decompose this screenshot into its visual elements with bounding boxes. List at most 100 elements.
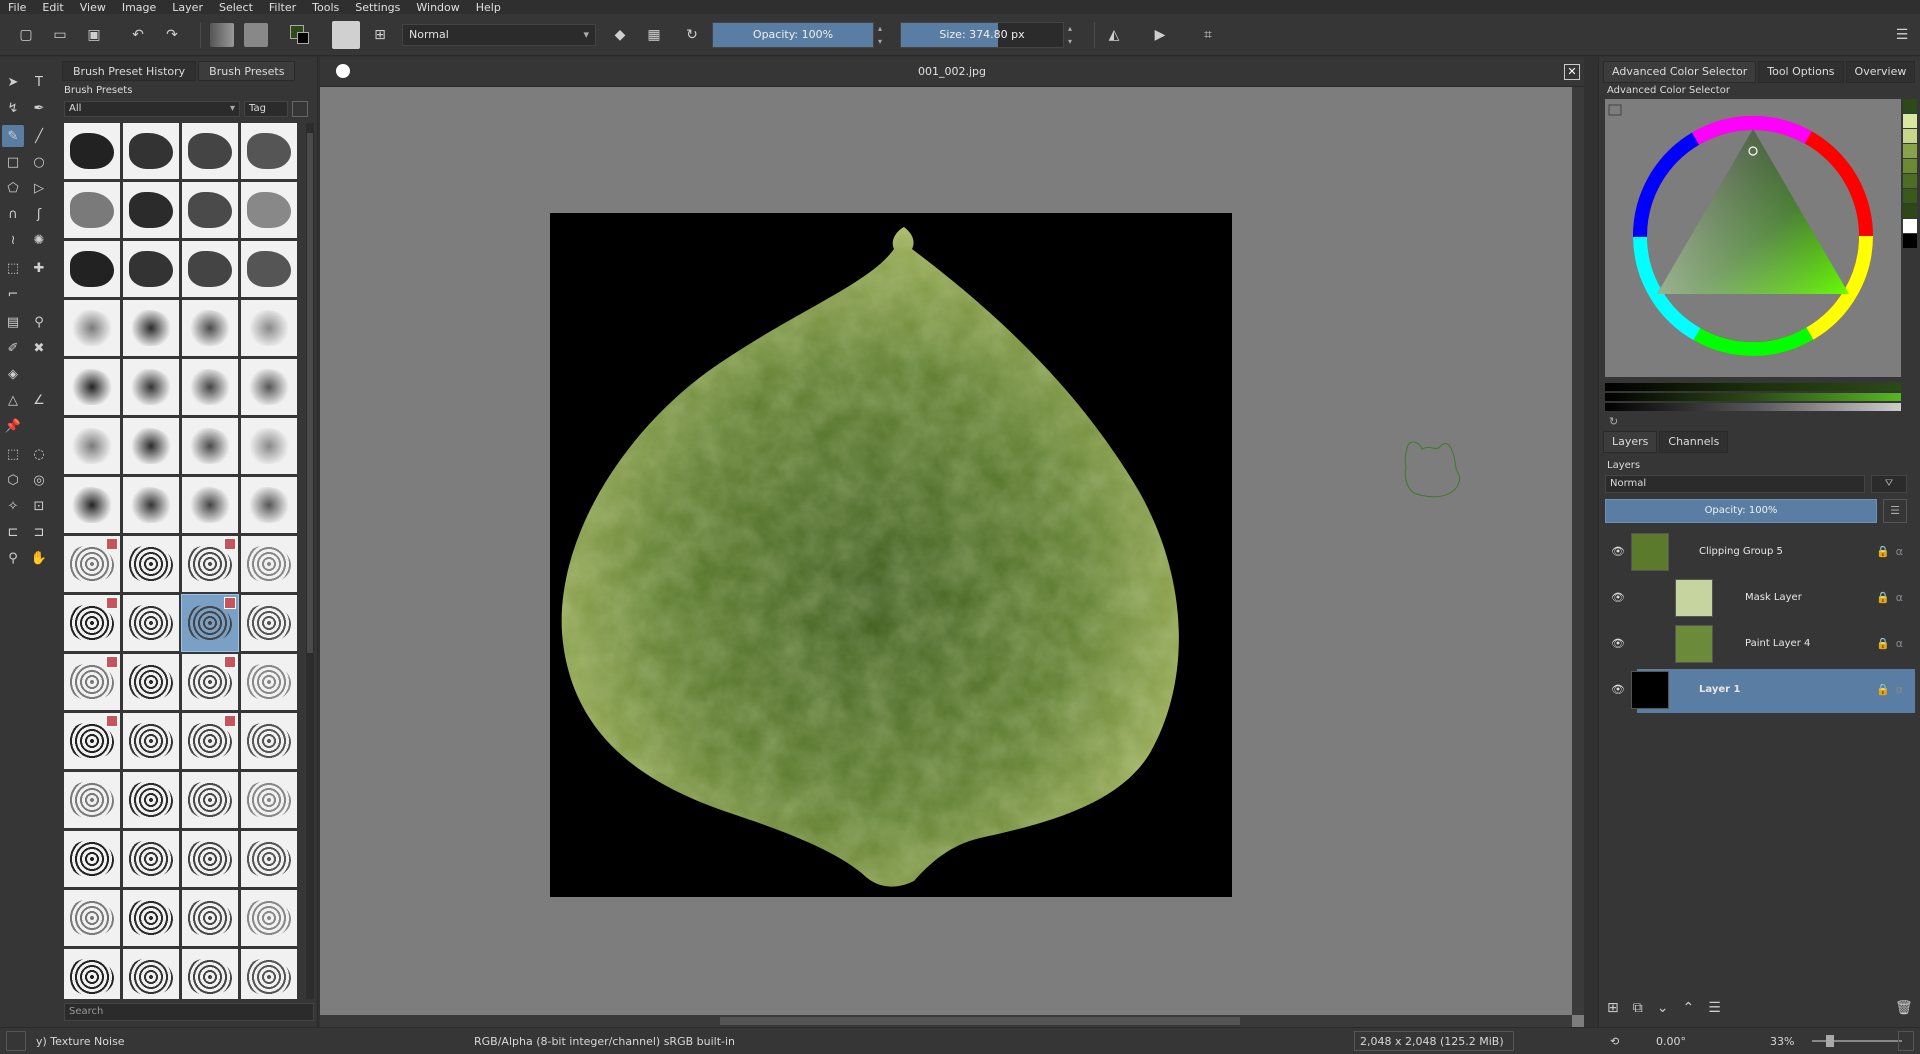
brush-preset-thumbnail[interactable] bbox=[182, 713, 238, 769]
color-slider-1[interactable] bbox=[1605, 383, 1901, 391]
move-layer-up-icon[interactable]: ⌃ bbox=[1682, 1000, 1708, 1016]
gradient-icon[interactable] bbox=[210, 23, 234, 47]
brush-preset-thumbnail[interactable] bbox=[123, 123, 179, 179]
visibility-eye-icon[interactable]: 👁 bbox=[1611, 545, 1625, 558]
brush-preset-thumbnail[interactable] bbox=[123, 713, 179, 769]
ellipse-selection-icon[interactable]: ◌ bbox=[28, 443, 50, 465]
brush-status-icon[interactable] bbox=[6, 1031, 26, 1051]
brush-preset-thumbnail[interactable] bbox=[182, 831, 238, 887]
tab-overview[interactable]: Overview bbox=[1845, 61, 1916, 83]
opacity-slider[interactable]: Opacity: 100% bbox=[712, 22, 874, 48]
color-swatch[interactable] bbox=[1903, 99, 1917, 113]
open-document-icon[interactable]: ▭ bbox=[48, 23, 72, 47]
tag-button[interactable]: Tag bbox=[244, 101, 288, 117]
brush-preset-thumbnail[interactable] bbox=[64, 595, 120, 651]
visibility-eye-icon[interactable]: 👁 bbox=[1611, 683, 1625, 696]
pattern-icon[interactable] bbox=[244, 23, 268, 47]
color-swatch[interactable] bbox=[1903, 144, 1917, 158]
canvas-vertical-scrollbar[interactable] bbox=[1572, 87, 1584, 1015]
fg-bg-color-icon[interactable] bbox=[288, 23, 312, 47]
multibrush-icon[interactable]: ✺ bbox=[28, 229, 50, 251]
brush-preset-thumbnail[interactable] bbox=[241, 949, 297, 999]
brush-preset-thumbnail[interactable] bbox=[241, 359, 297, 415]
brush-preset-thumbnail[interactable] bbox=[64, 418, 120, 474]
line-tool-icon[interactable]: ╱ bbox=[28, 125, 50, 147]
brush-preset-thumbnail[interactable] bbox=[123, 241, 179, 297]
brush-preset-thumbnail[interactable] bbox=[182, 300, 238, 356]
move-layer-down-icon[interactable]: ⌄ bbox=[1657, 1000, 1683, 1016]
view-mode-icon[interactable] bbox=[292, 101, 308, 117]
brush-search-input[interactable]: Search bbox=[64, 1003, 314, 1021]
opacity-spinner[interactable]: ▴ ▾ bbox=[874, 22, 886, 48]
layer-blend-mode-select[interactable]: Normal bbox=[1605, 475, 1865, 493]
freehand-path-icon[interactable]: ʃ bbox=[28, 203, 50, 225]
brush-preset-thumbnail[interactable] bbox=[123, 536, 179, 592]
brush-preset-thumbnail[interactable] bbox=[64, 831, 120, 887]
layer-lock-icons[interactable]: 🔒α bbox=[1876, 637, 1909, 650]
brush-preset-thumbnail[interactable] bbox=[182, 359, 238, 415]
brush-preset-thumbnail[interactable] bbox=[182, 654, 238, 710]
tab-advanced-color-selector[interactable]: Advanced Color Selector bbox=[1603, 61, 1757, 83]
visibility-eye-icon[interactable]: 👁 bbox=[1611, 591, 1625, 604]
menu-image[interactable]: Image bbox=[122, 1, 156, 14]
bezier-tool-icon[interactable]: ∩ bbox=[2, 203, 24, 225]
zoom-value[interactable]: 33% bbox=[1770, 1035, 1794, 1048]
menu-file[interactable]: File bbox=[8, 1, 26, 14]
brush-preset-thumbnail[interactable] bbox=[241, 890, 297, 946]
edit-shapes-icon[interactable]: ↯ bbox=[2, 97, 24, 119]
brush-preset-thumbnail[interactable] bbox=[123, 595, 179, 651]
rect-selection-icon[interactable]: ⬚ bbox=[2, 443, 24, 465]
brush-preset-thumbnail[interactable] bbox=[241, 418, 297, 474]
brush-preset-icon[interactable] bbox=[332, 21, 360, 49]
layer-properties-icon[interactable]: ☰ bbox=[1883, 499, 1907, 523]
brush-preset-thumbnail[interactable] bbox=[123, 300, 179, 356]
brush-preset-thumbnail[interactable] bbox=[64, 949, 120, 999]
brush-preset-thumbnail[interactable] bbox=[64, 536, 120, 592]
layer-row-layer-1[interactable]: 👁 Layer 1 🔒α bbox=[1605, 669, 1915, 713]
brush-preset-thumbnail[interactable] bbox=[123, 949, 179, 999]
similar-selection-icon[interactable]: ⊡ bbox=[28, 495, 50, 517]
size-slider[interactable]: Size: 374.80 px bbox=[900, 22, 1064, 48]
polygon-tool-icon[interactable]: ⬠ bbox=[2, 177, 24, 199]
brush-preset-thumbnail[interactable] bbox=[241, 831, 297, 887]
magnetic-selection-icon[interactable]: ⊐ bbox=[28, 521, 50, 543]
brush-settings-icon[interactable]: ⊞ bbox=[368, 23, 392, 47]
layer-opacity-slider[interactable]: Opacity: 100% bbox=[1605, 499, 1877, 523]
color-slider-2[interactable] bbox=[1605, 393, 1901, 401]
text-tool-icon[interactable]: T bbox=[28, 71, 50, 93]
brush-preset-thumbnail[interactable] bbox=[182, 477, 238, 533]
zoom-tool-icon[interactable]: ⚲ bbox=[2, 547, 24, 569]
brush-preset-thumbnail[interactable] bbox=[64, 890, 120, 946]
brush-preset-thumbnail[interactable] bbox=[123, 477, 179, 533]
brush-preset-thumbnail[interactable] bbox=[182, 241, 238, 297]
brush-preset-thumbnail[interactable] bbox=[241, 182, 297, 238]
rotation-value[interactable]: 0.00° bbox=[1656, 1035, 1686, 1048]
layer-settings-icon[interactable]: ☰ bbox=[1708, 1000, 1735, 1016]
brush-preset-thumbnail[interactable] bbox=[182, 536, 238, 592]
menu-window[interactable]: Window bbox=[416, 1, 459, 14]
add-layer-icon[interactable]: ⊞ bbox=[1607, 1000, 1633, 1016]
duplicate-layer-icon[interactable]: ⧉ bbox=[1633, 1000, 1657, 1016]
brush-preset-thumbnail[interactable] bbox=[241, 595, 297, 651]
eraser-mode-icon[interactable]: ◆ bbox=[608, 23, 632, 47]
brush-preset-thumbnail[interactable] bbox=[241, 477, 297, 533]
canvas-horizontal-scrollbar[interactable] bbox=[320, 1015, 1572, 1027]
color-swatch[interactable] bbox=[1903, 174, 1917, 188]
color-picker-icon[interactable]: ⚲ bbox=[28, 311, 50, 333]
brush-preset-thumbnail[interactable] bbox=[241, 300, 297, 356]
dynamic-brush-icon[interactable]: ≀ bbox=[2, 229, 24, 251]
tab-tool-options[interactable]: Tool Options bbox=[1758, 61, 1844, 83]
smart-patch-icon[interactable]: ✖ bbox=[28, 337, 50, 359]
tab-brush-presets[interactable]: Brush Presets bbox=[198, 61, 296, 81]
menu-help[interactable]: Help bbox=[476, 1, 501, 14]
delete-layer-icon[interactable]: 🗑 bbox=[1895, 1000, 1913, 1016]
blend-mode-select[interactable]: Normal bbox=[402, 24, 596, 46]
save-icon[interactable]: ▣ bbox=[82, 23, 106, 47]
brush-preset-thumbnail[interactable] bbox=[123, 182, 179, 238]
tab-layers[interactable]: Layers bbox=[1603, 431, 1658, 453]
brush-preset-thumbnail[interactable] bbox=[64, 182, 120, 238]
new-document-icon[interactable]: ▢ bbox=[14, 23, 38, 47]
freehand-brush-icon[interactable]: ✎ bbox=[2, 125, 24, 147]
brush-filter-select[interactable]: All bbox=[64, 101, 240, 117]
rectangle-tool-icon[interactable]: □ bbox=[2, 151, 24, 173]
